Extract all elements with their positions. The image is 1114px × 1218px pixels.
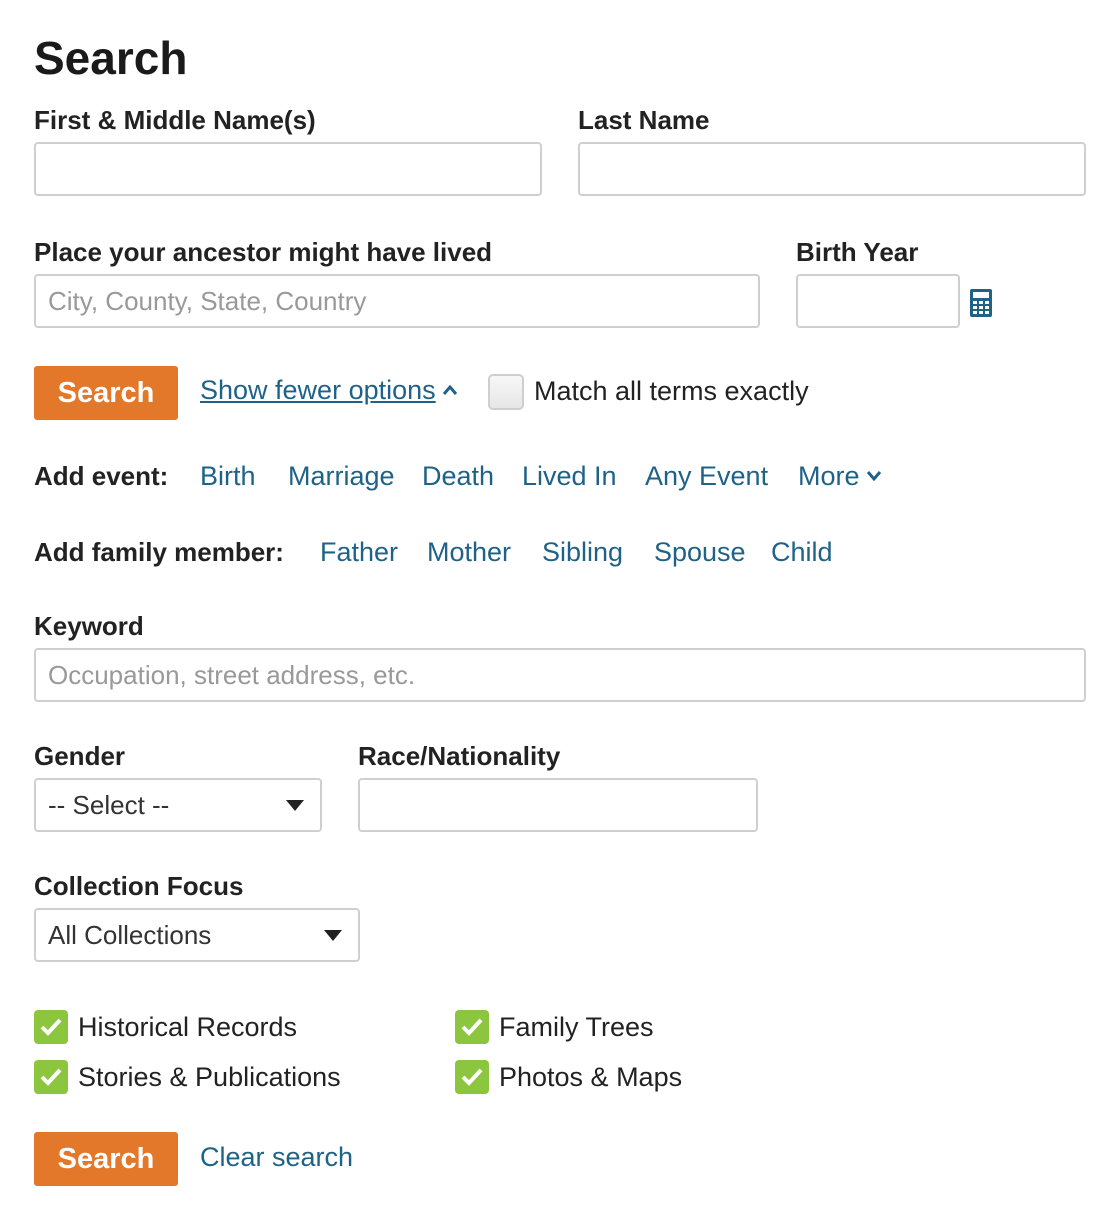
place-input[interactable] (34, 274, 760, 328)
chevron-up-icon (442, 384, 457, 395)
show-fewer-options-link[interactable]: Show fewer options (200, 374, 458, 406)
match-exact-checkbox[interactable] (488, 374, 524, 410)
page-title: Search (34, 32, 188, 84)
clear-search-link[interactable]: Clear search (200, 1141, 353, 1173)
add-event-any-event[interactable]: Any Event (645, 460, 768, 492)
dropdown-caret-icon (324, 930, 342, 941)
checkbox-photos-maps[interactable]: Photos & Maps (455, 1060, 682, 1094)
show-fewer-options-text[interactable]: Show fewer options (200, 374, 436, 406)
birth-year-input[interactable] (796, 274, 960, 328)
search-button-top[interactable]: Search (34, 366, 178, 420)
gender-label: Gender (34, 741, 126, 771)
add-family-mother[interactable]: Mother (427, 536, 511, 568)
race-label: Race/Nationality (358, 741, 561, 771)
checkbox-label: Family Trees (499, 1012, 654, 1042)
gender-select[interactable]: -- Select -- (34, 778, 322, 832)
dropdown-caret-icon (286, 800, 304, 811)
keyword-label: Keyword (34, 611, 144, 641)
add-family-father[interactable]: Father (320, 536, 398, 568)
checkmark-icon[interactable] (455, 1060, 489, 1094)
checkbox-label: Stories & Publications (78, 1062, 341, 1092)
add-event-more-text[interactable]: More (798, 460, 860, 492)
checkbox-family-trees[interactable]: Family Trees (455, 1010, 654, 1044)
add-event-birth[interactable]: Birth (200, 460, 256, 492)
checkbox-historical-records[interactable]: Historical Records (34, 1010, 297, 1044)
first-name-input[interactable] (34, 142, 542, 196)
first-name-label: First & Middle Name(s) (34, 105, 316, 135)
checkmark-icon[interactable] (34, 1060, 68, 1094)
collection-focus-select[interactable]: All Collections (34, 908, 360, 962)
search-button-bottom[interactable]: Search (34, 1132, 178, 1186)
race-input[interactable] (358, 778, 758, 832)
chevron-down-icon (866, 471, 881, 482)
add-event-lived-in[interactable]: Lived In (522, 460, 617, 492)
gender-selected-value: -- Select -- (48, 789, 170, 820)
checkmark-icon[interactable] (455, 1010, 489, 1044)
last-name-label: Last Name (578, 105, 710, 135)
add-event-death[interactable]: Death (422, 460, 494, 492)
checkbox-label: Photos & Maps (499, 1062, 683, 1092)
match-exact-label: Match all terms exactly (534, 376, 809, 406)
add-family-spouse[interactable]: Spouse (654, 536, 746, 568)
checkmark-icon[interactable] (34, 1010, 68, 1044)
birth-year-label: Birth Year (796, 237, 919, 267)
collection-selected-value: All Collections (48, 919, 212, 950)
add-family-child[interactable]: Child (771, 536, 833, 568)
add-family-sibling[interactable]: Sibling (542, 536, 623, 568)
checkbox-label: Historical Records (78, 1012, 298, 1042)
checkbox-stories-publications[interactable]: Stories & Publications (34, 1060, 341, 1094)
add-family-label: Add family member: (34, 537, 284, 567)
last-name-input[interactable] (578, 142, 1086, 196)
add-event-label: Add event: (34, 461, 169, 491)
add-event-more[interactable]: More (798, 460, 882, 492)
place-label: Place your ancestor might have lived (34, 237, 493, 267)
calculator-icon[interactable] (969, 288, 993, 318)
add-event-marriage[interactable]: Marriage (288, 460, 395, 492)
keyword-input[interactable] (34, 648, 1086, 702)
collection-focus-label: Collection Focus (34, 871, 244, 901)
